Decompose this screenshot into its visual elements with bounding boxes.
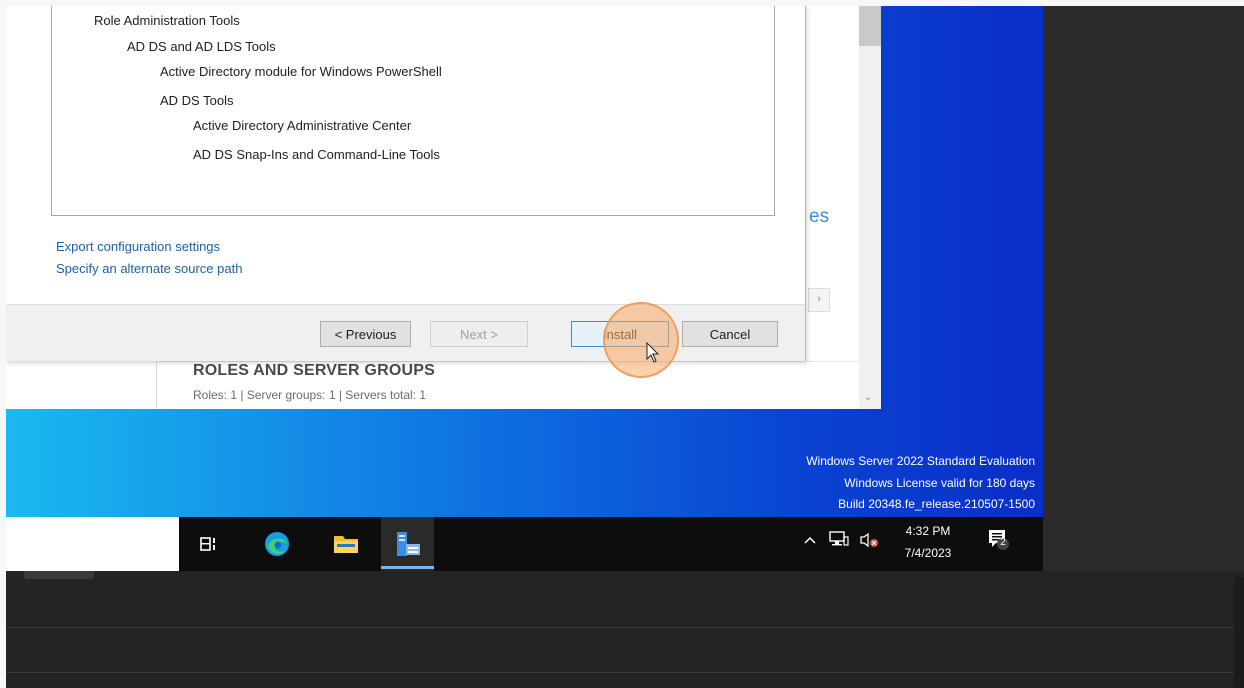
task-view-icon[interactable] [187,518,231,570]
volume-muted-icon[interactable] [859,532,879,551]
edge-icon[interactable] [255,518,299,570]
server-manager-icon[interactable] [386,518,430,570]
previous-button[interactable]: < Previous [320,321,411,347]
network-icon[interactable] [829,531,849,550]
tree-item: Active Directory Administrative Center [193,118,412,133]
notification-center-icon[interactable]: 2 [986,527,1012,553]
export-configuration-link[interactable]: Export configuration settings [56,239,220,254]
clock-date[interactable]: 7/4/2023 [899,546,957,560]
scroll-right-arrow-icon[interactable]: › [808,288,830,312]
roles-and-server-groups-summary: Roles: 1 | Server groups: 1 | Servers to… [193,388,427,402]
desktop: ⌄ es ROLES AND SERVER GROUPS Roles: 1 | … [6,6,1043,571]
tree-item: AD DS and AD LDS Tools [127,39,276,54]
vm-viewport: ⌄ es ROLES AND SERVER GROUPS Roles: 1 | … [6,6,1244,688]
alternate-source-path-link[interactable]: Specify an alternate source path [56,261,242,276]
taskbar-left-region [6,517,179,571]
tree-item: AD DS Snap-Ins and Command-Line Tools [193,147,440,162]
tree-item: AD DS Tools [160,93,234,108]
next-button[interactable]: Next > [430,321,528,347]
host-collapse-tab[interactable] [24,571,94,579]
watermark-build: Build 20348.fe_release.210507-1500 [838,497,1035,511]
confirmation-list: Role Administration Tools AD DS and AD L… [51,6,775,216]
active-app-indicator [381,566,434,569]
wizard-button-bar: < Previous Next > Install Cancel [6,304,805,361]
host-panel-bottom [6,673,1244,688]
host-panel-top [6,577,1244,628]
server-manager-scrollbar[interactable] [859,6,881,409]
cancel-button[interactable]: Cancel [682,321,778,347]
roles-and-server-groups-title: ROLES AND SERVER GROUPS [193,362,435,379]
tree-item: Role Administration Tools [94,13,240,28]
watermark-edition: Windows Server 2022 Standard Evaluation [806,454,1035,468]
vm-side-margin [1043,6,1244,571]
file-explorer-icon[interactable] [324,518,368,570]
click-highlight [603,302,679,378]
show-hidden-icons-chevron-icon[interactable] [804,533,816,548]
server-manager-partial-text: es [809,206,830,227]
scroll-down-arrow-icon[interactable]: ⌄ [864,392,872,403]
host-panel-middle [6,628,1244,673]
server-manager-nav-pane [6,361,157,409]
watermark-license: Windows License valid for 180 days [844,476,1035,490]
add-roles-wizard-dialog: Role Administration Tools AD DS and AD L… [6,6,806,361]
tree-item: Active Directory module for Windows Powe… [160,64,442,79]
server-manager-scrollbar-thumb[interactable] [859,6,881,46]
clock-time[interactable]: 4:32 PM [903,524,953,538]
notification-count: 2 [1000,537,1006,548]
host-scrollbar[interactable] [1234,577,1244,688]
mouse-pointer-icon [646,342,660,363]
